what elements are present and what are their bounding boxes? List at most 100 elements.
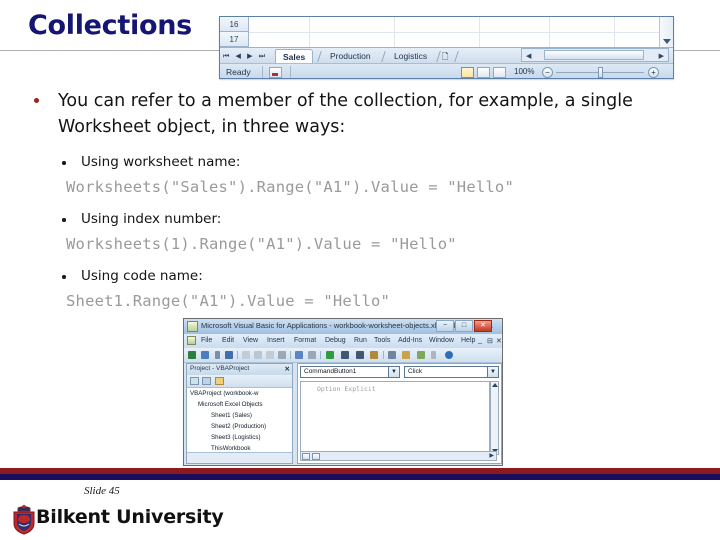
project-panel-hscrollbar[interactable]	[187, 452, 292, 463]
paste-icon[interactable]	[266, 351, 274, 359]
page-layout-view-icon[interactable]	[477, 67, 490, 78]
mdi-minimize-button[interactable]: _	[478, 337, 482, 344]
scroll-left-arrow-icon[interactable]: ◀	[526, 52, 531, 60]
sheet-tab-production[interactable]: Production	[323, 50, 378, 64]
status-separator	[290, 66, 291, 78]
view-object-icon[interactable]	[202, 377, 211, 385]
main-bullet-text: You can refer to a member of the collect…	[58, 91, 633, 137]
menu-view[interactable]: View	[243, 337, 258, 344]
procedure-view-icon[interactable]	[302, 453, 310, 460]
menu-help[interactable]: Help	[461, 337, 475, 344]
zoom-out-button[interactable]: −	[542, 67, 553, 78]
zoom-slider-thumb[interactable]	[598, 67, 603, 78]
mdi-restore-button[interactable]: ⊟	[487, 337, 493, 345]
sub-bullet-2: Using index number:	[62, 211, 221, 227]
main-bullet: You can refer to a member of the collect…	[34, 88, 654, 140]
tree-node-sheet3[interactable]: Sheet3 (Logistics)	[211, 434, 261, 441]
tree-node-excel-objects[interactable]: Microsoft Excel Objects	[198, 401, 263, 408]
sub-bullet-2-text: Using index number:	[81, 211, 222, 227]
footer-rule-navy	[0, 474, 720, 480]
project-panel-close-icon[interactable]: ✕	[285, 365, 290, 373]
tab-separator	[381, 51, 386, 62]
normal-view-icon[interactable]	[461, 67, 474, 78]
maximize-button[interactable]: □	[455, 320, 473, 332]
minimize-button[interactable]: −	[436, 320, 454, 332]
scroll-down-arrow-icon[interactable]	[663, 39, 671, 44]
mdi-close-button[interactable]: ✕	[496, 337, 502, 345]
chevron-down-icon[interactable]: ▼	[487, 367, 498, 377]
tree-node-sheet1[interactable]: Sheet1 (Sales)	[211, 412, 252, 419]
sheet-nav-buttons[interactable]: ⏮ ◀ ▶ ⏭	[223, 50, 267, 62]
scroll-right-arrow-icon[interactable]: ▶	[659, 52, 664, 60]
scrollbar-thumb[interactable]	[544, 50, 644, 60]
view-excel-icon[interactable]	[188, 351, 196, 359]
menu-edit[interactable]: Edit	[222, 337, 234, 344]
save-icon[interactable]	[225, 351, 233, 359]
page-title: Collections	[28, 10, 192, 41]
menu-format[interactable]: Format	[294, 337, 316, 344]
code-vertical-scrollbar[interactable]	[490, 381, 499, 455]
menu-tools[interactable]: Tools	[374, 337, 390, 344]
bullet-dot-icon	[62, 161, 66, 165]
sub-bullet-3: Using code name:	[62, 268, 203, 284]
grid-line	[249, 32, 659, 33]
cut-icon[interactable]	[242, 351, 250, 359]
menu-insert[interactable]: Insert	[267, 337, 285, 344]
properties-window-icon[interactable]	[402, 351, 410, 359]
undo-icon[interactable]	[295, 351, 303, 359]
chevron-down-icon[interactable]: ▼	[388, 367, 399, 377]
zoom-in-button[interactable]: +	[648, 67, 659, 78]
tree-node-sheet2[interactable]: Sheet2 (Production)	[211, 423, 266, 430]
scroll-up-arrow-icon[interactable]	[492, 383, 498, 387]
menu-file[interactable]: File	[201, 337, 212, 344]
excel-grid: 16 17	[220, 17, 673, 47]
view-code-icon[interactable]	[190, 377, 199, 385]
page-break-view-icon[interactable]	[493, 67, 506, 78]
excel-horizontal-scrollbar[interactable]: ◀ ▶	[521, 48, 669, 62]
excel-status-bar: Ready 100% − +	[220, 63, 673, 78]
menu-window[interactable]: Window	[429, 337, 454, 344]
record-macro-icon[interactable]	[269, 67, 282, 78]
menu-addins[interactable]: Add-Ins	[398, 337, 422, 344]
sheet-tab-logistics[interactable]: Logistics	[387, 50, 434, 64]
vbe-toolbar	[184, 348, 502, 363]
project-tree: VBAProject (workbook-w Microsoft Excel O…	[187, 388, 292, 454]
menu-debug[interactable]: Debug	[325, 337, 346, 344]
code-text: Option Explicit	[317, 385, 376, 393]
zoom-level-label: 100%	[514, 67, 535, 76]
stop-icon[interactable]	[356, 351, 364, 359]
status-separator	[262, 66, 263, 78]
pause-icon[interactable]	[341, 351, 349, 359]
copy-icon[interactable]	[254, 351, 262, 359]
full-module-view-icon[interactable]	[312, 453, 320, 460]
object-browser-icon[interactable]	[417, 351, 425, 359]
help-icon[interactable]	[445, 351, 453, 359]
run-icon[interactable]	[326, 351, 334, 359]
vbe-control-icon[interactable]	[187, 336, 196, 345]
redo-icon[interactable]	[308, 351, 316, 359]
project-explorer-icon[interactable]	[388, 351, 396, 359]
tab-separator	[436, 51, 441, 62]
tree-node-thisworkbook[interactable]: ThisWorkbook	[211, 445, 250, 452]
brand-name: Bilkent University	[36, 506, 224, 528]
scroll-right-arrow-icon[interactable]: ▶	[489, 452, 494, 459]
insert-dropdown-icon[interactable]	[215, 351, 220, 359]
vba-editor-screenshot: Microsoft Visual Basic for Applications …	[183, 318, 503, 466]
bullet-dot-icon	[34, 98, 39, 103]
toolbox-icon[interactable]	[431, 351, 436, 359]
code-editor-area[interactable]: Option Explicit	[300, 381, 490, 455]
object-dropdown[interactable]: CommandButton1 ▼	[300, 366, 400, 378]
insert-object-icon[interactable]	[201, 351, 209, 359]
tree-node-vbaproject[interactable]: VBAProject (workbook-w	[190, 390, 258, 397]
menu-run[interactable]: Run	[354, 337, 367, 344]
toggle-folders-icon[interactable]	[215, 377, 224, 385]
code-horizontal-scrollbar[interactable]: ▶	[300, 451, 497, 461]
toolbar-separator	[383, 351, 384, 359]
procedure-dropdown[interactable]: Click ▼	[404, 366, 499, 378]
excel-vertical-scrollbar[interactable]	[659, 17, 673, 47]
find-icon[interactable]	[278, 351, 286, 359]
excel-window-screenshot: 16 17 ⏮ ◀ ▶ ⏭ Sales Production Logistics…	[219, 16, 674, 79]
project-panel-toolbar	[187, 375, 292, 388]
design-mode-icon[interactable]	[370, 351, 378, 359]
close-button[interactable]: ✕	[474, 320, 492, 332]
